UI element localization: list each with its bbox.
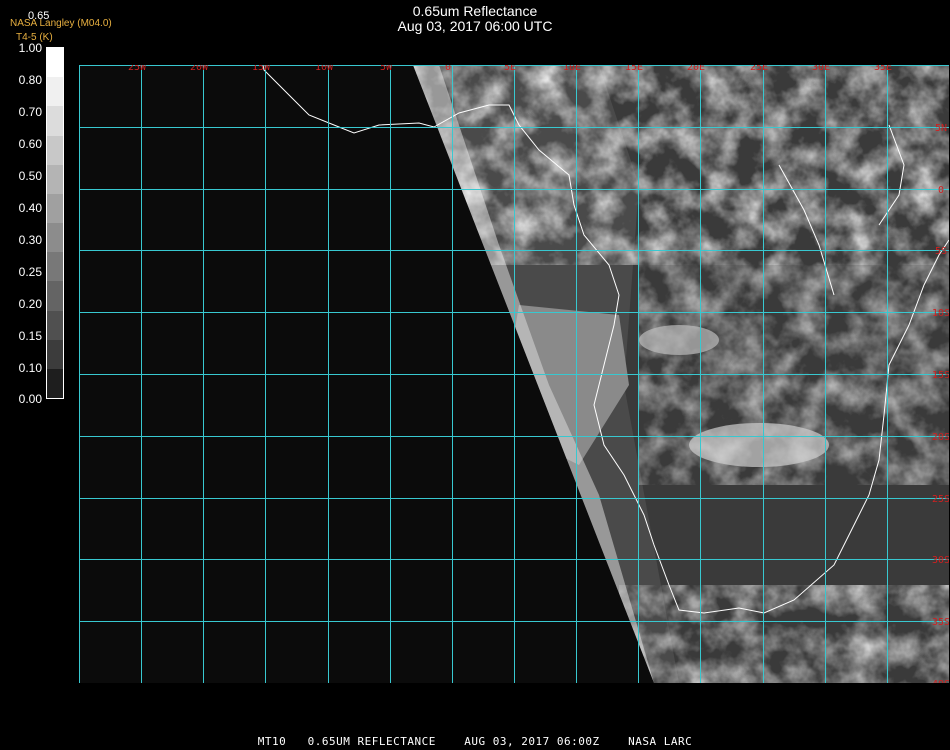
colorbar-label: 0.10: [18, 361, 42, 375]
colorbar-label: 0.40: [18, 201, 42, 215]
colorbar-label: 0.00: [18, 392, 42, 406]
longitude-label: 5E: [504, 65, 516, 73]
latitude-label: 0: [938, 185, 944, 196]
colorbar-label: 0.15: [18, 329, 42, 343]
longitude-label: 20W: [190, 65, 209, 73]
colorbar-label: 0.50: [18, 169, 42, 183]
latitude-label: 20S: [932, 432, 949, 443]
longitude-label: 35E: [874, 65, 892, 73]
credit-org: NASA Langley (M04.0): [10, 18, 112, 29]
latitude-label: 5S: [935, 246, 947, 257]
satellite-map: 25W 20W 15W 10W 5W 0 5E 10E 15E 20E 25E 30E 35E 5N 0 5S…: [79, 65, 949, 683]
colorbar-label: 0.80: [18, 73, 42, 87]
latitude-label: 25S: [932, 494, 949, 505]
longitude-label: 25W: [128, 65, 147, 73]
title-line2: Aug 03, 2017 06:00 UTC: [397, 18, 553, 34]
colorbar-step: [47, 368, 63, 399]
colorbar-label: 0.20: [18, 297, 42, 311]
colorbar-label: 0.70: [18, 105, 42, 119]
colorbar: [46, 47, 64, 399]
latitude-label: 35S: [932, 617, 949, 628]
colorbar-step: [47, 48, 63, 78]
longitude-label: 15W: [252, 65, 271, 73]
longitude-label: 10W: [315, 65, 334, 73]
colorbar-step: [47, 106, 63, 136]
latitude-label: 15S: [932, 370, 949, 381]
colorbar-step: [47, 310, 63, 340]
longitude-label: 25E: [750, 65, 768, 73]
colorbar-step: [47, 77, 63, 107]
colorbar-label: 0.30: [18, 233, 42, 247]
longitude-label: 30E: [812, 65, 830, 73]
colorbar-label: 0.25: [18, 265, 42, 279]
latitude-label: 30S: [932, 555, 949, 566]
longitude-label: 15E: [625, 65, 643, 73]
colorbar-step: [47, 135, 63, 165]
longitude-label: 10E: [563, 65, 581, 73]
latitude-label: 40S: [932, 679, 949, 683]
colorbar-step: [47, 339, 63, 369]
colorbar-label: 0.60: [18, 137, 42, 151]
cloud-field-south: [619, 585, 949, 683]
colorbar-step: [47, 252, 63, 282]
longitude-label: 20E: [687, 65, 705, 73]
longitude-label: 5W: [380, 65, 393, 73]
footer-caption: MT10 0.65UM REFLECTANCE AUG 03, 2017 06:…: [257, 735, 693, 748]
colorbar-step: [47, 164, 63, 194]
latitude-label: 10S: [932, 308, 949, 319]
colorbar-step: [47, 223, 63, 253]
title-line1: 0.65um Reflectance: [412, 3, 538, 19]
colorbar-label: 1.00: [18, 41, 42, 55]
longitude-label: 0: [445, 65, 451, 73]
colorbar-step: [47, 281, 63, 311]
colorbar-step: [47, 193, 63, 224]
latitude-label: 5N: [935, 123, 947, 134]
